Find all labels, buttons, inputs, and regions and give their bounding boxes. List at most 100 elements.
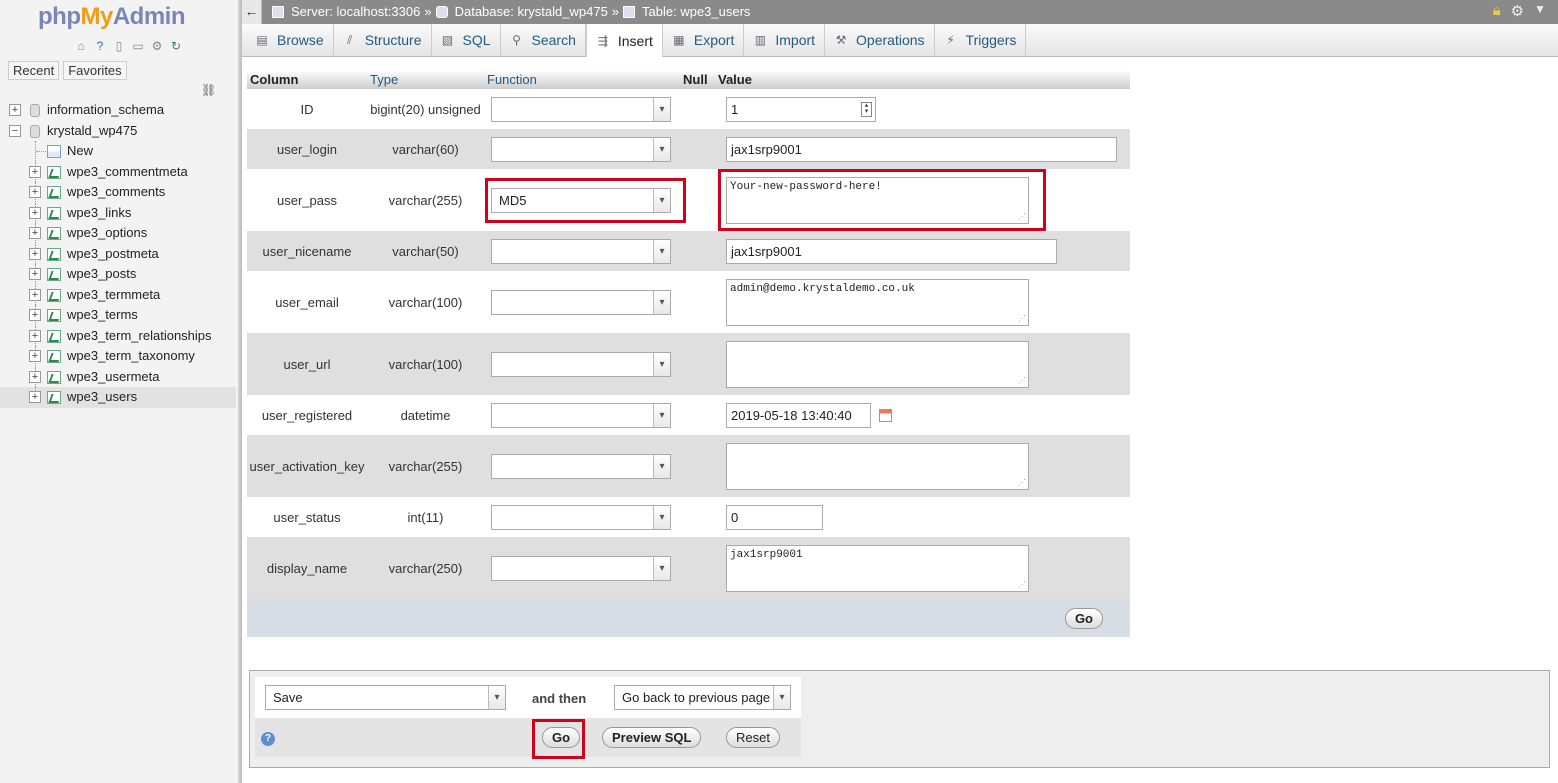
value-input-user_login[interactable]: jax1srp9001 bbox=[726, 136, 1117, 162]
table-name[interactable]: wpe3_term_relationships bbox=[67, 326, 212, 347]
tab-structure[interactable]: ⫽ Structure bbox=[334, 24, 432, 56]
table-item[interactable]: + wpe3_comments bbox=[0, 182, 236, 203]
reload-icon[interactable]: ↻ bbox=[168, 38, 184, 54]
resize-grip-icon[interactable]: ⋰ bbox=[1018, 376, 1026, 386]
after-insert-select[interactable]: Go back to previous page ▾ bbox=[614, 685, 791, 710]
tab-triggers[interactable]: ⚡ Triggers bbox=[935, 24, 1027, 56]
table-item[interactable]: + wpe3_postmeta bbox=[0, 243, 236, 265]
help-icon[interactable]: ? bbox=[261, 732, 275, 746]
table-name[interactable]: wpe3_termmeta bbox=[67, 285, 160, 306]
expand-icon[interactable]: + bbox=[29, 329, 41, 342]
favorites-button[interactable]: Favorites bbox=[63, 61, 127, 80]
function-select-user_activation_key[interactable]: ▾ bbox=[491, 453, 671, 479]
lock-icon[interactable]: 🔒︎ bbox=[1493, 2, 1501, 20]
expand-icon[interactable]: + bbox=[29, 391, 41, 403]
value-textarea-user_email[interactable]: admin@demo.krystaldemo.co.uk ⋰ bbox=[726, 278, 1029, 326]
table-name[interactable]: wpe3_users bbox=[67, 387, 137, 408]
row-go-button[interactable]: Go bbox=[1064, 607, 1103, 629]
table-item[interactable]: + wpe3_users bbox=[0, 387, 236, 408]
table-item[interactable]: + wpe3_term_relationships bbox=[0, 325, 236, 347]
tab-sql[interactable]: ▧ SQL bbox=[432, 24, 501, 56]
value-textarea-user_activation_key[interactable]: ⋰ bbox=[726, 442, 1029, 490]
table-name[interactable]: wpe3_comments bbox=[67, 182, 165, 203]
home-icon[interactable]: ⌂ bbox=[73, 38, 89, 54]
calendar-icon[interactable] bbox=[879, 408, 892, 422]
new-table-item[interactable]: New bbox=[0, 141, 236, 162]
function-select-user_url[interactable]: ▾ bbox=[491, 351, 671, 377]
expand-icon[interactable]: + bbox=[29, 247, 41, 260]
expand-icon[interactable]: + bbox=[29, 268, 41, 280]
value-textarea-display_name[interactable]: jax1srp9001 ⋰ bbox=[726, 544, 1029, 592]
table-item[interactable]: + wpe3_options bbox=[0, 223, 236, 244]
db-item-krystald-wp475[interactable]: − krystald_wp475 bbox=[0, 121, 236, 142]
expand-icon[interactable]: + bbox=[29, 227, 41, 239]
recent-button[interactable]: Recent bbox=[8, 61, 60, 80]
db-item-information-schema[interactable]: + information_schema bbox=[0, 100, 236, 121]
expand-icon[interactable]: + bbox=[9, 104, 21, 116]
table-item[interactable]: + wpe3_usermeta bbox=[0, 366, 236, 388]
value-input-ID[interactable]: 1 ▴ ▾ bbox=[726, 96, 876, 122]
table-item[interactable]: + wpe3_termmeta bbox=[0, 284, 236, 306]
table-name[interactable]: wpe3_usermeta bbox=[67, 367, 160, 388]
table-name[interactable]: wpe3_terms bbox=[67, 305, 138, 326]
table-item[interactable]: + wpe3_links bbox=[0, 202, 236, 224]
function-select-user_login[interactable]: ▾ bbox=[491, 136, 671, 162]
table-name[interactable]: wpe3_links bbox=[67, 203, 131, 224]
docs-icon[interactable]: ▯ bbox=[111, 38, 127, 54]
value-input-user_status[interactable]: 0 bbox=[726, 504, 823, 530]
value-input-user_registered[interactable]: 2019-05-18 13:40:40 bbox=[726, 402, 871, 428]
resize-grip-icon[interactable]: ⋰ bbox=[1018, 314, 1026, 324]
function-select-ID[interactable]: ▾ bbox=[491, 96, 671, 122]
new-label[interactable]: New bbox=[67, 141, 93, 162]
reset-button[interactable]: Reset bbox=[726, 727, 780, 748]
tab-operations[interactable]: ⚒ Operations bbox=[825, 24, 935, 56]
tab-browse[interactable]: ▤ Browse bbox=[246, 24, 334, 56]
expand-icon[interactable]: + bbox=[29, 309, 41, 321]
function-select-user_registered[interactable]: ▾ bbox=[491, 402, 671, 428]
table-name[interactable]: wpe3_commentmeta bbox=[67, 162, 188, 183]
tab-insert[interactable]: ⇶ Insert bbox=[585, 24, 663, 57]
table-item[interactable]: + wpe3_terms bbox=[0, 305, 236, 326]
help-icon[interactable]: ? bbox=[92, 38, 108, 54]
table-item[interactable]: + wpe3_term_taxonomy bbox=[0, 346, 236, 367]
expand-icon[interactable]: + bbox=[29, 350, 41, 362]
db-name[interactable]: krystald_wp475 bbox=[47, 121, 137, 142]
resize-grip-icon[interactable]: ⋰ bbox=[1018, 478, 1026, 488]
table-name[interactable]: wpe3_postmeta bbox=[67, 244, 159, 265]
phpmyadmin-logo[interactable]: phpMyAdmin bbox=[38, 3, 186, 31]
gear-icon[interactable]: ⚙ bbox=[149, 38, 165, 54]
function-select-user_email[interactable]: ▾ bbox=[491, 289, 671, 315]
value-textarea-user_url[interactable]: ⋰ bbox=[726, 340, 1029, 388]
panel-resizer[interactable] bbox=[238, 0, 242, 783]
tab-search[interactable]: ⚲ Search bbox=[501, 24, 586, 56]
expand-icon[interactable]: + bbox=[29, 206, 41, 219]
db-name[interactable]: information_schema bbox=[47, 100, 164, 121]
collapse-icon[interactable]: − bbox=[9, 124, 21, 137]
submit-type-select[interactable]: Save ▾ bbox=[265, 685, 506, 710]
table-name[interactable]: wpe3_term_taxonomy bbox=[67, 346, 195, 367]
tab-export[interactable]: ▦ Export bbox=[663, 24, 745, 56]
breadcrumb-server[interactable]: Server: localhost:3306 bbox=[291, 4, 420, 19]
table-name[interactable]: wpe3_posts bbox=[67, 264, 136, 285]
function-select-user_nicename[interactable]: ▾ bbox=[491, 238, 671, 264]
breadcrumb-database[interactable]: Database: krystald_wp475 bbox=[455, 4, 608, 19]
menu-icon[interactable]: ▼ bbox=[1534, 2, 1546, 20]
table-name[interactable]: wpe3_options bbox=[67, 223, 147, 244]
value-input-user_nicename[interactable]: jax1srp9001 bbox=[726, 238, 1057, 264]
spinner-icon[interactable]: ▴ ▾ bbox=[861, 101, 872, 117]
table-item[interactable]: + wpe3_posts bbox=[0, 264, 236, 285]
collapse-navigation-icon[interactable]: ← bbox=[242, 0, 262, 24]
function-select-user_status[interactable]: ▾ bbox=[491, 504, 671, 530]
settings-icon[interactable]: ⚙ bbox=[1511, 2, 1524, 20]
expand-icon[interactable]: + bbox=[29, 186, 41, 198]
expand-icon[interactable]: + bbox=[29, 370, 41, 383]
copy-icon[interactable]: ▭ bbox=[130, 38, 146, 54]
expand-icon[interactable]: + bbox=[29, 288, 41, 301]
tab-import[interactable]: ▥ Import bbox=[744, 24, 826, 56]
preview-sql-button[interactable]: Preview SQL bbox=[602, 727, 702, 748]
resize-grip-icon[interactable]: ⋰ bbox=[1018, 580, 1026, 590]
table-item[interactable]: + wpe3_commentmeta bbox=[0, 161, 236, 183]
expand-icon[interactable]: + bbox=[29, 165, 41, 178]
link-icon[interactable]: ⛓ bbox=[201, 83, 216, 97]
breadcrumb-table[interactable]: Table: wpe3_users bbox=[642, 4, 750, 19]
